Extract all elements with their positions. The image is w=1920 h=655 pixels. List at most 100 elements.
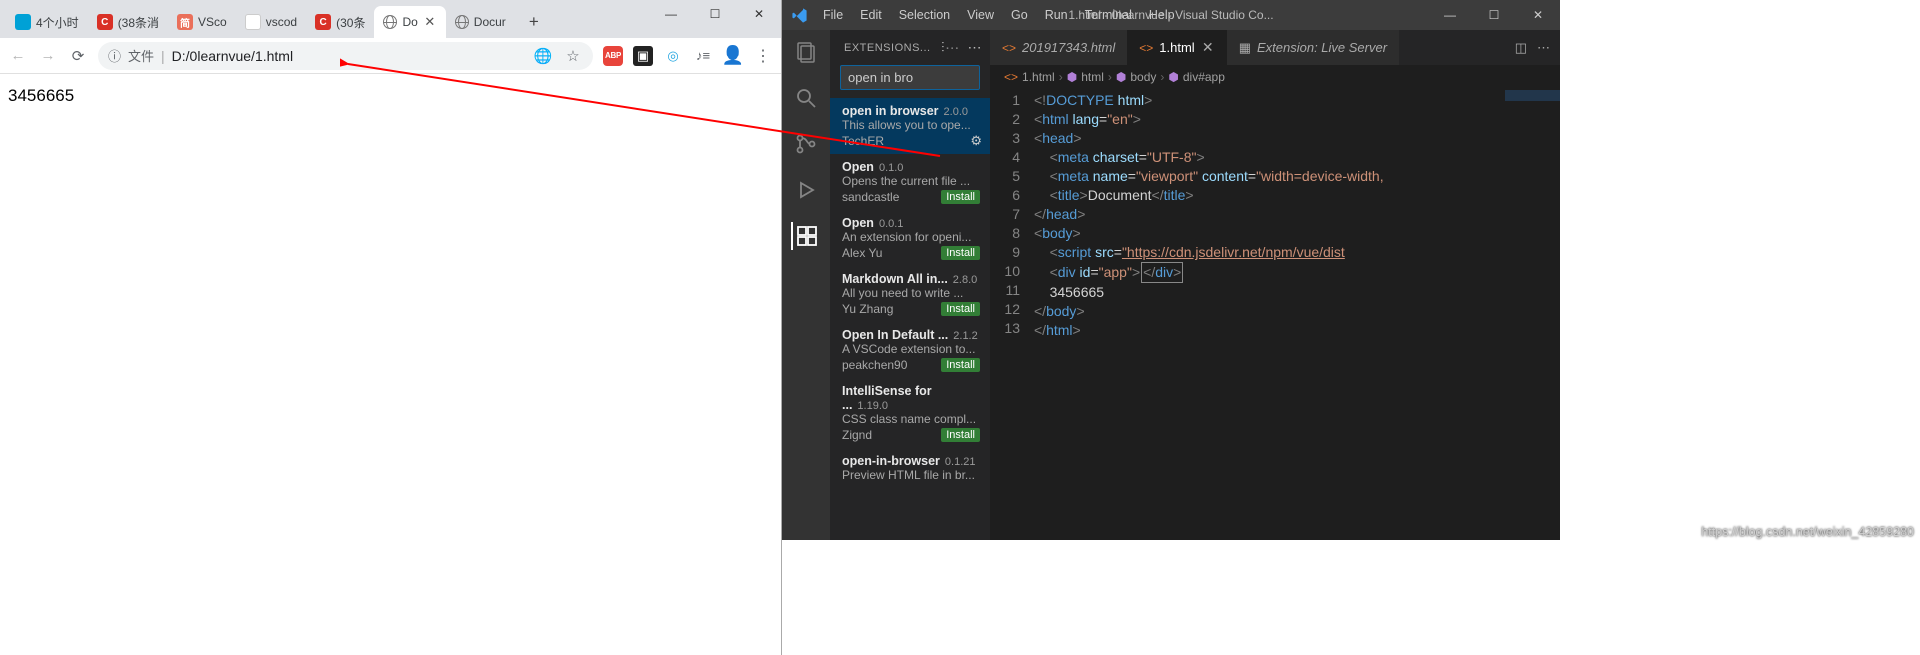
address-bar[interactable]: ⓘ 文件 | D:/0learnvue/1.html 🌐 ☆ <box>98 42 593 70</box>
globe-icon <box>383 15 397 29</box>
page-text: 3456665 <box>8 86 74 105</box>
install-button[interactable]: Install <box>941 358 980 372</box>
editor-group: <> 201917343.html <> 1.html ✕ ▦ Extension: L… <box>990 30 1560 540</box>
tag-icon: ⬢ <box>1168 70 1178 84</box>
close-button[interactable]: ✕ <box>1516 0 1560 30</box>
extension-item[interactable]: open-in-browser0.1.21 Preview HTML file … <box>830 448 990 490</box>
tab-label: Extension: Live Server <box>1257 40 1387 55</box>
jianshu-icon: 简 <box>177 14 193 30</box>
maximize-button[interactable]: ☐ <box>693 0 737 28</box>
profile-icon[interactable]: 👤 <box>723 46 743 66</box>
window-title: 1.html - 0learnvue - Visual Studio Co... <box>1068 8 1273 22</box>
tag-icon: ⬢ <box>1116 70 1126 84</box>
browser-tabstrip: 4个小时 C(38条消 简VSco vscod C(30条 Do✕ Docur … <box>0 0 781 38</box>
browser-tab-active[interactable]: Do ✕ <box>374 6 445 38</box>
more-icon[interactable]: ⋯ <box>1537 40 1550 56</box>
url-text: D:/0learnvue/1.html <box>172 48 293 64</box>
source-control-icon[interactable] <box>792 130 820 158</box>
sidebar-panel: EXTENSIONS... ⫶⋯ ⋯ open in browser2.0.0 … <box>830 30 990 540</box>
browser-tab[interactable]: C (30条 <box>306 6 374 38</box>
forward-button[interactable]: → <box>38 46 58 66</box>
menu-file[interactable]: File <box>816 4 850 26</box>
browser-toolbar: ← → ⟳ ⓘ 文件 | D:/0learnvue/1.html 🌐 ☆ ABP… <box>0 38 781 74</box>
minimize-button[interactable]: — <box>1428 0 1472 30</box>
media-icon[interactable]: ♪≡ <box>693 46 713 66</box>
code-content[interactable]: <!DOCTYPE html> <html lang="en"> <head> … <box>1034 91 1384 540</box>
extension-item[interactable]: Markdown All in...2.8.0 All you need to … <box>830 266 990 322</box>
translate-icon[interactable]: 🌐 <box>533 46 553 66</box>
csdn-icon: C <box>315 14 331 30</box>
editor-tab[interactable]: ▦ Extension: Live Server <box>1227 30 1399 65</box>
globe-icon <box>455 15 469 29</box>
abp-icon[interactable]: ABP <box>603 46 623 66</box>
browser-tab[interactable]: 简VSco <box>168 6 236 38</box>
editor-tabbar: <> 201917343.html <> 1.html ✕ ▦ Extension: L… <box>990 30 1560 65</box>
extension-icon[interactable]: ◎ <box>663 46 683 66</box>
html-file-icon: <> <box>1139 41 1153 55</box>
install-button[interactable]: Install <box>941 190 980 204</box>
browser-window: 4个小时 C(38条消 简VSco vscod C(30条 Do✕ Docur … <box>0 0 782 655</box>
extension-item[interactable]: Open0.0.1 An extension for openi... Alex… <box>830 210 990 266</box>
search-icon[interactable] <box>792 84 820 112</box>
browser-tab[interactable]: C(38条消 <box>88 6 168 38</box>
install-button[interactable]: Install <box>941 302 980 316</box>
site-info-icon[interactable]: ⓘ <box>108 46 121 65</box>
close-icon[interactable]: ✕ <box>423 15 437 29</box>
baidu-icon <box>245 14 261 30</box>
install-button[interactable]: Install <box>941 428 980 442</box>
extension-icon[interactable]: ▣ <box>633 46 653 66</box>
newtab-button[interactable]: + <box>521 9 547 35</box>
tab-title: Docur <box>474 15 506 29</box>
tag-icon: ⬢ <box>1067 70 1077 84</box>
extension-item[interactable]: IntelliSense for ...1.19.0 CSS class nam… <box>830 378 990 448</box>
csdn-icon: C <box>97 14 113 30</box>
debug-icon[interactable] <box>792 176 820 204</box>
extension-item[interactable]: open in browser2.0.0 This allows you to … <box>830 98 990 154</box>
extension-icon: ▦ <box>1239 40 1251 56</box>
close-button[interactable]: ✕ <box>737 0 781 28</box>
tab-title: vscod <box>266 15 297 29</box>
watermark-text: https://blog.csdn.net/weixin_42859280 <box>1701 525 1914 539</box>
tab-title: (30条 <box>336 14 365 31</box>
extension-list[interactable]: open in browser2.0.0 This allows you to … <box>830 98 990 540</box>
url-scheme-label: 文件 <box>128 46 154 65</box>
extensions-area: ABP ▣ ◎ ♪≡ 👤 ⋮ <box>603 46 773 66</box>
extension-search-input[interactable] <box>840 65 980 90</box>
page-content: 3456665 <box>0 74 781 655</box>
maximize-button[interactable]: ☐ <box>1472 0 1516 30</box>
vscode-titlebar: File Edit Selection View Go Run Terminal… <box>782 0 1560 30</box>
code-editor[interactable]: 12345678910111213 <!DOCTYPE html> <html … <box>990 89 1560 540</box>
activity-bar <box>782 30 830 540</box>
browser-tab[interactable]: 4个小时 <box>6 6 88 38</box>
bookmark-icon[interactable]: ☆ <box>563 46 583 66</box>
filter-icon[interactable]: ⫶⋯ <box>941 39 960 56</box>
html-file-icon: <> <box>1002 41 1016 55</box>
line-gutter: 12345678910111213 <box>990 91 1034 540</box>
menu-selection[interactable]: Selection <box>892 4 957 26</box>
reload-button[interactable]: ⟳ <box>68 46 88 66</box>
browser-tab[interactable]: vscod <box>236 6 306 38</box>
split-editor-icon[interactable]: ◫ <box>1515 40 1527 56</box>
minimize-button[interactable]: — <box>649 0 693 28</box>
editor-tab[interactable]: <> 201917343.html <box>990 30 1127 65</box>
tab-label: 201917343.html <box>1022 40 1115 55</box>
explorer-icon[interactable] <box>792 38 820 66</box>
breadcrumbs[interactable]: <>1.html ›⬢html ›⬢body ›⬢div#app <box>990 65 1560 89</box>
extension-item[interactable]: Open In Default ...2.1.2 A VSCode extens… <box>830 322 990 378</box>
minimap[interactable] <box>1505 90 1560 180</box>
more-icon[interactable]: ⋯ <box>968 39 983 56</box>
close-icon[interactable]: ✕ <box>1201 41 1215 55</box>
menu-go[interactable]: Go <box>1004 4 1035 26</box>
bilibili-icon <box>15 14 31 30</box>
menu-view[interactable]: View <box>960 4 1001 26</box>
extensions-icon[interactable] <box>791 222 819 250</box>
back-button[interactable]: ← <box>8 46 28 66</box>
editor-tab-active[interactable]: <> 1.html ✕ <box>1127 30 1226 65</box>
tab-label: 1.html <box>1159 40 1194 55</box>
tab-title: Do <box>402 15 417 29</box>
menu-edit[interactable]: Edit <box>853 4 889 26</box>
install-button[interactable]: Install <box>941 246 980 260</box>
extension-item[interactable]: Open0.1.0 Opens the current file ... san… <box>830 154 990 210</box>
menu-icon[interactable]: ⋮ <box>753 46 773 66</box>
browser-tab[interactable]: Docur <box>446 6 515 38</box>
